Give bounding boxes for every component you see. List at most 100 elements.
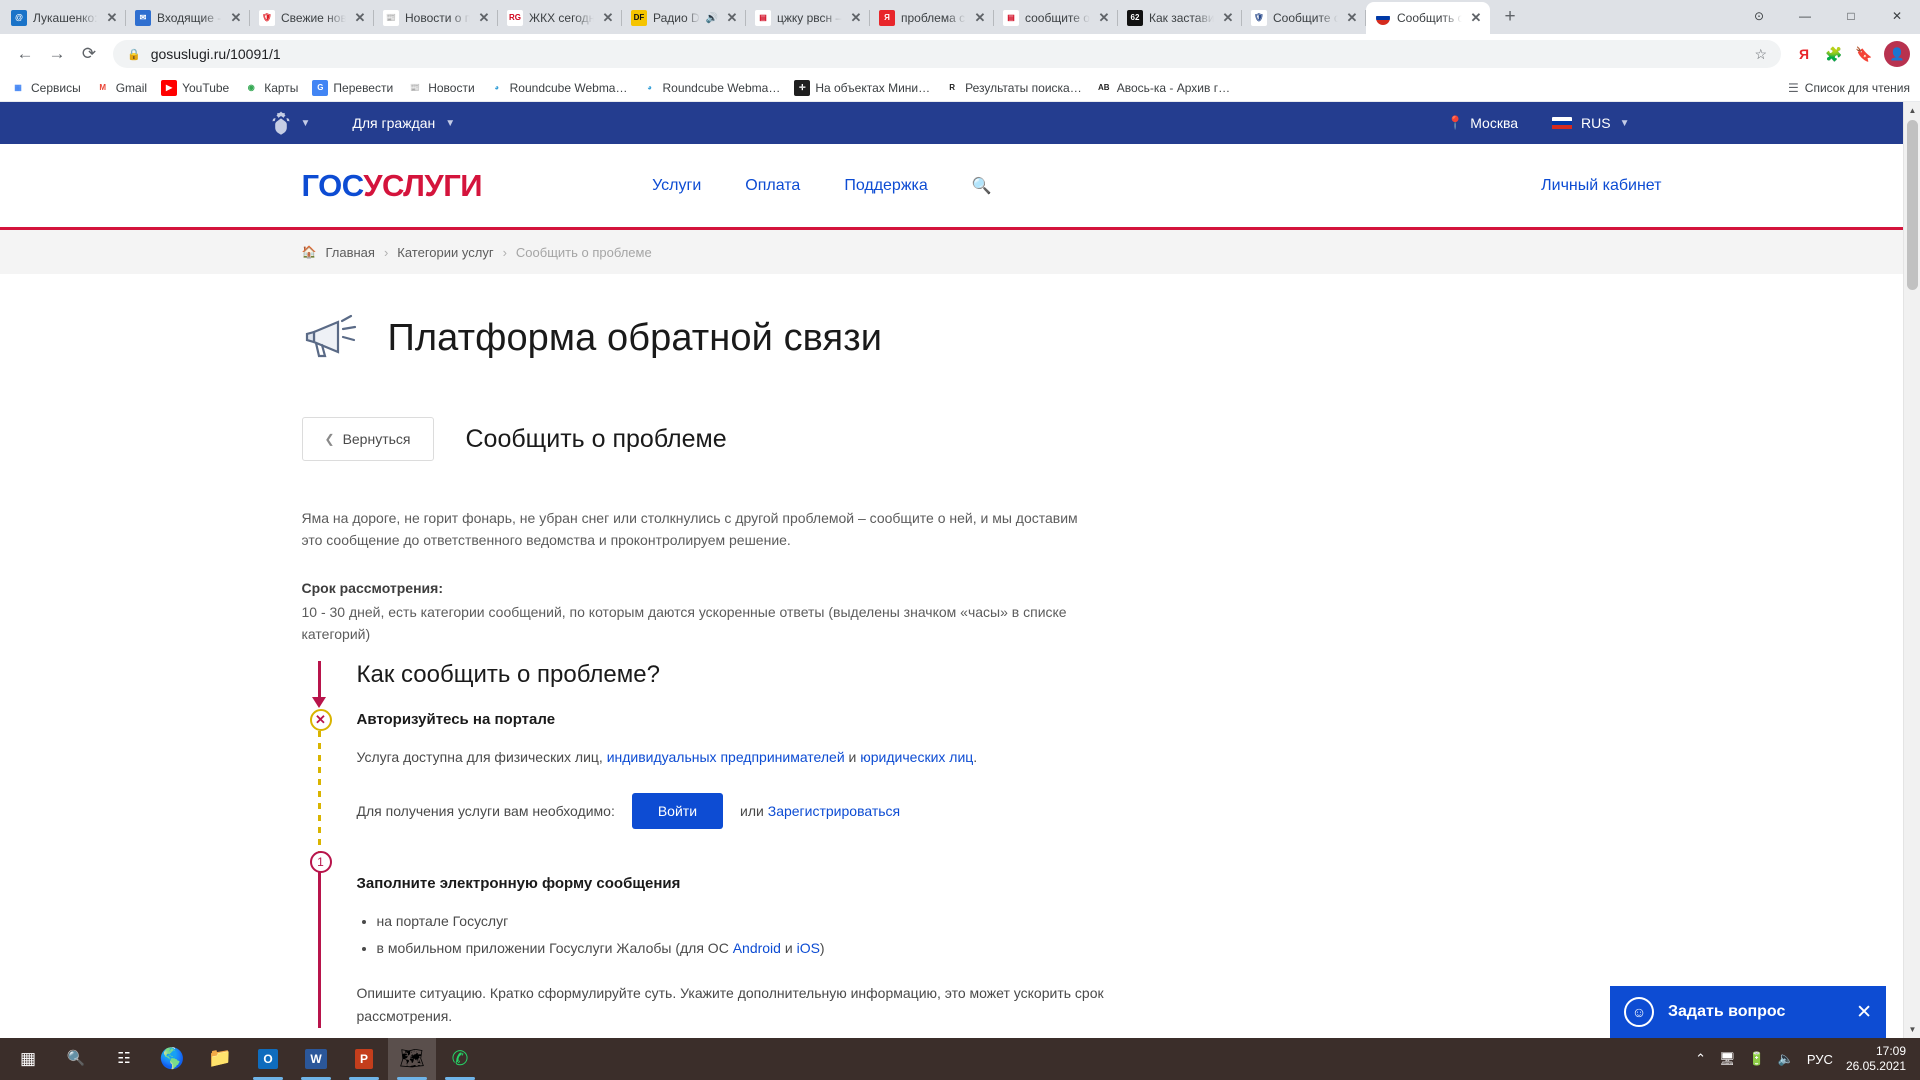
extensions-icon[interactable]: 🧩 xyxy=(1820,40,1848,68)
browser-tab[interactable]: 📰 Новости о по ✕ xyxy=(374,2,498,34)
bookmark-item[interactable]: R Результаты поиска… xyxy=(944,79,1082,96)
browser-tab[interactable]: ▤ цжку рвсн – Я ✕ xyxy=(746,2,870,34)
outlook-button[interactable]: O xyxy=(244,1038,292,1080)
tab-audio-icon[interactable]: 🔊 xyxy=(706,13,718,24)
bookmark-star-icon[interactable]: ☆ xyxy=(1754,46,1767,63)
list-item: на портале Госуслуг xyxy=(377,908,1662,935)
bookmark-item[interactable]: ◕ Roundcube Webma… xyxy=(641,79,780,96)
translate-icon: G xyxy=(312,79,329,96)
tab-close-button[interactable]: ✕ xyxy=(1220,10,1236,26)
bookmark-item[interactable]: AB Авось-ка - Архив г… xyxy=(1095,79,1230,96)
windows-logo-icon: ▦ xyxy=(19,1048,37,1068)
youtube-icon: ▶ xyxy=(161,79,178,96)
bookmark-item[interactable]: ▦ Сервисы xyxy=(10,79,81,96)
search-icon[interactable]: 🔍 xyxy=(972,176,992,196)
tab-close-button[interactable]: ✕ xyxy=(228,10,244,26)
nav-item-support[interactable]: Поддержка xyxy=(844,177,927,195)
readinglist-icon[interactable]: 🔖 xyxy=(1850,40,1878,68)
tab-close-button[interactable]: ✕ xyxy=(1344,10,1360,26)
register-link[interactable]: Зарегистрироваться xyxy=(768,803,900,819)
powerpoint-button[interactable]: P xyxy=(340,1038,388,1080)
bookmark-item[interactable]: ◕ Roundcube Webma… xyxy=(488,79,627,96)
yandex-icon[interactable]: Я xyxy=(1790,40,1818,68)
bookmark-item[interactable]: ✛ На объектах Мини… xyxy=(794,79,930,96)
breadcrumb-item-home[interactable]: Главная xyxy=(325,245,374,260)
monitor-icon[interactable]: 🖥 xyxy=(1719,1051,1736,1067)
back-button-page[interactable]: ❮ Вернуться xyxy=(301,417,434,461)
bookmark-item[interactable]: G Перевести xyxy=(312,79,393,96)
emblem-menu[interactable]: ▼ xyxy=(210,110,310,136)
word-button[interactable]: W xyxy=(292,1038,340,1080)
breadcrumb-item-current: Сообщить о проблеме xyxy=(515,244,652,260)
nav-item-services[interactable]: Услуги xyxy=(652,177,701,195)
gosuslugi-logo[interactable]: ГОСУСЛУГИ xyxy=(242,168,483,204)
edge-button[interactable]: 🌎 xyxy=(148,1038,196,1080)
close-icon[interactable]: ✕ xyxy=(1856,1001,1872,1024)
battery-icon[interactable]: 🔋 xyxy=(1749,1051,1765,1067)
chrome-button[interactable]: 🗺 xyxy=(388,1038,436,1080)
scroll-up-arrow[interactable]: ▲ xyxy=(1904,102,1920,119)
language-selector[interactable]: RUS ▼ xyxy=(1552,115,1630,131)
reload-button[interactable]: ⟳ xyxy=(74,39,104,69)
browser-tab[interactable]: @ Лукашенко: Г ✕ xyxy=(2,2,126,34)
task-view-button[interactable]: ☷ xyxy=(100,1038,148,1080)
search-button[interactable]: 🔍 xyxy=(52,1038,100,1080)
browser-tab[interactable]: 62 Как заставить ✕ xyxy=(1118,2,1242,34)
tab-close-button[interactable]: ✕ xyxy=(600,10,616,26)
start-button[interactable]: ▦ xyxy=(4,1038,52,1080)
gmail-icon: M xyxy=(94,79,111,96)
new-tab-button[interactable]: + xyxy=(1496,4,1524,32)
browser-tab[interactable]: Сообщить о п ✕ xyxy=(1366,2,1490,34)
tab-close-button[interactable]: ✕ xyxy=(724,10,740,26)
tab-close-button[interactable]: ✕ xyxy=(1096,10,1112,26)
tab-close-button[interactable]: ✕ xyxy=(1468,10,1484,26)
bookmark-item[interactable]: 📰 Новости xyxy=(407,79,475,96)
bookmark-item[interactable]: ◉ Карты xyxy=(243,79,298,96)
clock[interactable]: 17:09 26.05.2021 xyxy=(1846,1044,1906,1074)
profile-avatar[interactable]: 👤 xyxy=(1884,41,1910,67)
browser-tab[interactable]: 🛡 Свежие новос ✕ xyxy=(250,2,374,34)
browser-tab[interactable]: ▤ сообщите о п ✕ xyxy=(994,2,1118,34)
tab-close-button[interactable]: ✕ xyxy=(848,10,864,26)
scrollbar-thumb[interactable] xyxy=(1907,120,1918,290)
volume-icon[interactable]: 🔈 xyxy=(1778,1051,1794,1067)
whatsapp-button[interactable]: ✆ xyxy=(436,1038,484,1080)
scroll-down-arrow[interactable]: ▼ xyxy=(1904,1021,1920,1038)
login-button[interactable]: Войти xyxy=(631,793,724,829)
tab-close-button[interactable]: ✕ xyxy=(972,10,988,26)
link-legal-entities[interactable]: юридических лиц xyxy=(860,749,973,765)
breadcrumb-item-categories[interactable]: Категории услуг xyxy=(397,245,493,260)
nav-item-payment[interactable]: Оплата xyxy=(745,177,800,195)
tab-close-button[interactable]: ✕ xyxy=(352,10,368,26)
city-selector[interactable]: 📍 Москва xyxy=(1447,115,1518,131)
window-maximize-button[interactable]: □ xyxy=(1828,0,1874,32)
window-minimize-button[interactable]: — xyxy=(1782,0,1828,32)
language-indicator[interactable]: РУС xyxy=(1807,1052,1833,1067)
browser-tab[interactable]: 🛡 Сообщите о п ✕ xyxy=(1242,2,1366,34)
link-android[interactable]: Android xyxy=(733,940,781,956)
browser-tab[interactable]: ✉ Входящие - П ✕ xyxy=(126,2,250,34)
address-bar[interactable]: 🔒 gosuslugi.ru/10091/1 ☆ xyxy=(113,40,1781,68)
explorer-button[interactable]: 📁 xyxy=(196,1038,244,1080)
link-individual-entrepreneurs[interactable]: индивидуальных предпринимателей xyxy=(607,749,845,765)
audience-selector[interactable]: Для граждан ▼ xyxy=(352,115,455,131)
window-close-button[interactable]: ✕ xyxy=(1874,0,1920,32)
ask-question-widget[interactable]: ☺ Задать вопрос ✕ xyxy=(1610,986,1886,1038)
tab-close-button[interactable]: ✕ xyxy=(476,10,492,26)
page-scrollbar[interactable]: ▲ ▼ xyxy=(1903,102,1920,1038)
back-button[interactable]: ← xyxy=(10,39,40,69)
browser-tab[interactable]: RG ЖКХ сегодня ✕ xyxy=(498,2,622,34)
window-extra-button[interactable]: ⊙ xyxy=(1736,0,1782,32)
reading-list-button[interactable]: ☰ Список для чтения xyxy=(1788,81,1910,95)
tab-close-button[interactable]: ✕ xyxy=(104,10,120,26)
link-ios[interactable]: iOS xyxy=(797,940,820,956)
bookmark-item[interactable]: ▶ YouTube xyxy=(161,79,229,96)
browser-tab[interactable]: DF Радио DF 🔊 ✕ xyxy=(622,2,746,34)
forward-button[interactable]: → xyxy=(42,39,72,69)
gosuslugi-page: ▼ Для граждан ▼ 📍 Москва RUS ▼ ГОСУСЛУГИ… xyxy=(0,102,1903,1038)
bullet-0-text: на портале Госуслуг xyxy=(376,913,509,929)
browser-tab[interactable]: Япроблема си ✕ xyxy=(870,2,994,34)
bookmark-item[interactable]: M Gmail xyxy=(94,79,147,96)
personal-account-link[interactable]: Личный кабинет xyxy=(1541,177,1661,195)
tray-chevron-icon[interactable]: ⌃ xyxy=(1695,1051,1706,1067)
